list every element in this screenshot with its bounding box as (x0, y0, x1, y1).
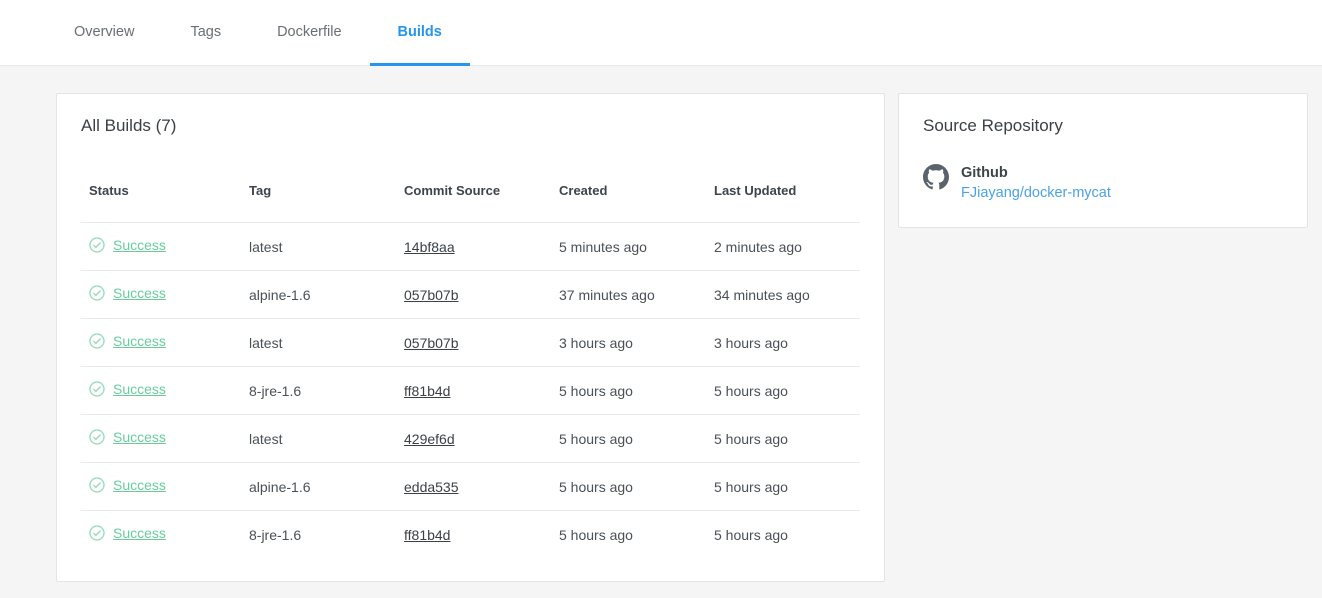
build-status-link[interactable]: Success (113, 381, 166, 397)
commit-cell: ff81b4d (396, 366, 551, 415)
table-header-row: Status Tag Commit Source Created Last Up… (81, 138, 860, 223)
build-status-link[interactable]: Success (113, 333, 166, 349)
build-status-link[interactable]: Success (113, 285, 166, 301)
repo-provider-name: Github (961, 165, 1008, 181)
status-cell: Success (81, 270, 241, 319)
check-circle-icon (89, 381, 105, 397)
tab-dockerfile[interactable]: Dockerfile (249, 0, 369, 66)
column-header-status: Status (81, 138, 241, 223)
tab-bar: Overview Tags Dockerfile Builds (0, 0, 1322, 66)
tab-builds[interactable]: Builds (369, 0, 470, 66)
column-header-tag: Tag (241, 138, 396, 223)
commit-link[interactable]: 14bf8aa (404, 239, 455, 255)
commit-link[interactable]: 057b07b (404, 287, 459, 303)
commit-link[interactable]: 429ef6d (404, 431, 455, 447)
created-cell: 5 minutes ago (551, 222, 706, 271)
updated-cell: 34 minutes ago (706, 270, 860, 319)
check-circle-icon (89, 477, 105, 493)
commit-link[interactable]: ff81b4d (404, 527, 450, 543)
status-cell: Success (81, 318, 241, 367)
column-header-commit-source: Commit Source (396, 138, 551, 223)
created-cell: 5 hours ago (551, 462, 706, 511)
check-circle-icon (89, 525, 105, 541)
check-circle-icon (89, 333, 105, 349)
check-circle-icon (89, 285, 105, 301)
check-circle-icon (89, 237, 105, 253)
commit-cell: 057b07b (396, 318, 551, 367)
build-status-link[interactable]: Success (113, 429, 166, 445)
repo-row: Github FJiayang/docker-mycat (923, 164, 1283, 203)
tag-cell: latest (241, 222, 396, 271)
build-status-link[interactable]: Success (113, 525, 166, 541)
commit-link[interactable]: edda535 (404, 479, 459, 495)
github-octocat-icon (923, 164, 949, 190)
builds-panel: All Builds (7) Status Tag Commit Source … (56, 93, 885, 582)
repo-link[interactable]: FJiayang/docker-mycat (961, 185, 1111, 201)
created-cell: 5 hours ago (559, 526, 633, 543)
updated-cell: 5 hours ago (714, 526, 788, 543)
table-row: Success latest 057b07b 3 hours ago 3 hou… (81, 318, 860, 367)
commit-cell: 14bf8aa (396, 222, 551, 271)
updated-cell: 3 hours ago (706, 318, 860, 367)
tag-cell: alpine-1.6 (241, 462, 396, 511)
status-cell: Success (81, 511, 241, 559)
builds-table: Status Tag Commit Source Created Last Up… (81, 138, 860, 559)
tag-cell: 8-jre-1.6 (249, 526, 302, 543)
created-cell: 37 minutes ago (551, 270, 706, 319)
column-header-created: Created (551, 138, 706, 223)
commit-cell: ff81b4d (396, 511, 551, 559)
created-cell: 3 hours ago (551, 318, 706, 367)
table-row: Success alpine-1.6 057b07b 37 minutes ag… (81, 270, 860, 319)
updated-cell: 5 hours ago (706, 462, 860, 511)
table-row: Success latest 429ef6d 5 hours ago 5 hou… (81, 414, 860, 463)
tag-cell: latest (241, 318, 396, 367)
table-row: Success 8-jre-1.6 ff81b4d 5 hours ago 5 … (81, 366, 860, 415)
tag-cell: latest (241, 414, 396, 463)
tab-tags[interactable]: Tags (162, 0, 249, 66)
status-cell: Success (81, 462, 241, 511)
builds-table-body: Success latest 14bf8aa 5 minutes ago 2 m… (81, 222, 860, 559)
updated-cell: 2 minutes ago (706, 222, 860, 271)
commit-cell: 429ef6d (396, 414, 551, 463)
commit-cell: edda535 (396, 462, 551, 511)
tag-cell: 8-jre-1.6 (241, 366, 396, 415)
repo-info: Github FJiayang/docker-mycat (961, 164, 1111, 203)
source-repository-title: Source Repository (923, 116, 1063, 135)
commit-link[interactable]: 057b07b (404, 335, 459, 351)
table-row: Success alpine-1.6 edda535 5 hours ago 5… (81, 462, 860, 511)
tag-cell: alpine-1.6 (241, 270, 396, 319)
main-content: All Builds (7) Status Tag Commit Source … (0, 66, 1322, 582)
status-cell: Success (81, 414, 241, 463)
updated-cell: 5 hours ago (706, 366, 860, 415)
status-cell: Success (81, 222, 241, 271)
check-circle-icon (89, 429, 105, 445)
status-cell: Success (81, 366, 241, 415)
created-cell: 5 hours ago (551, 366, 706, 415)
tab-overview[interactable]: Overview (46, 0, 162, 66)
updated-cell: 5 hours ago (706, 414, 860, 463)
build-status-link[interactable]: Success (113, 477, 166, 493)
table-row: Success 8-jre-1.6 ff81b4d 5 hours ago 5 … (81, 511, 860, 559)
builds-panel-title: All Builds (7) (81, 116, 177, 135)
created-cell: 5 hours ago (551, 414, 706, 463)
build-status-link[interactable]: Success (113, 237, 166, 253)
column-header-last-updated: Last Updated (706, 138, 860, 223)
commit-cell: 057b07b (396, 270, 551, 319)
commit-link[interactable]: ff81b4d (404, 383, 450, 399)
table-row: Success latest 14bf8aa 5 minutes ago 2 m… (81, 222, 860, 271)
source-repository-panel: Source Repository Github FJiayang/docker… (898, 93, 1308, 228)
